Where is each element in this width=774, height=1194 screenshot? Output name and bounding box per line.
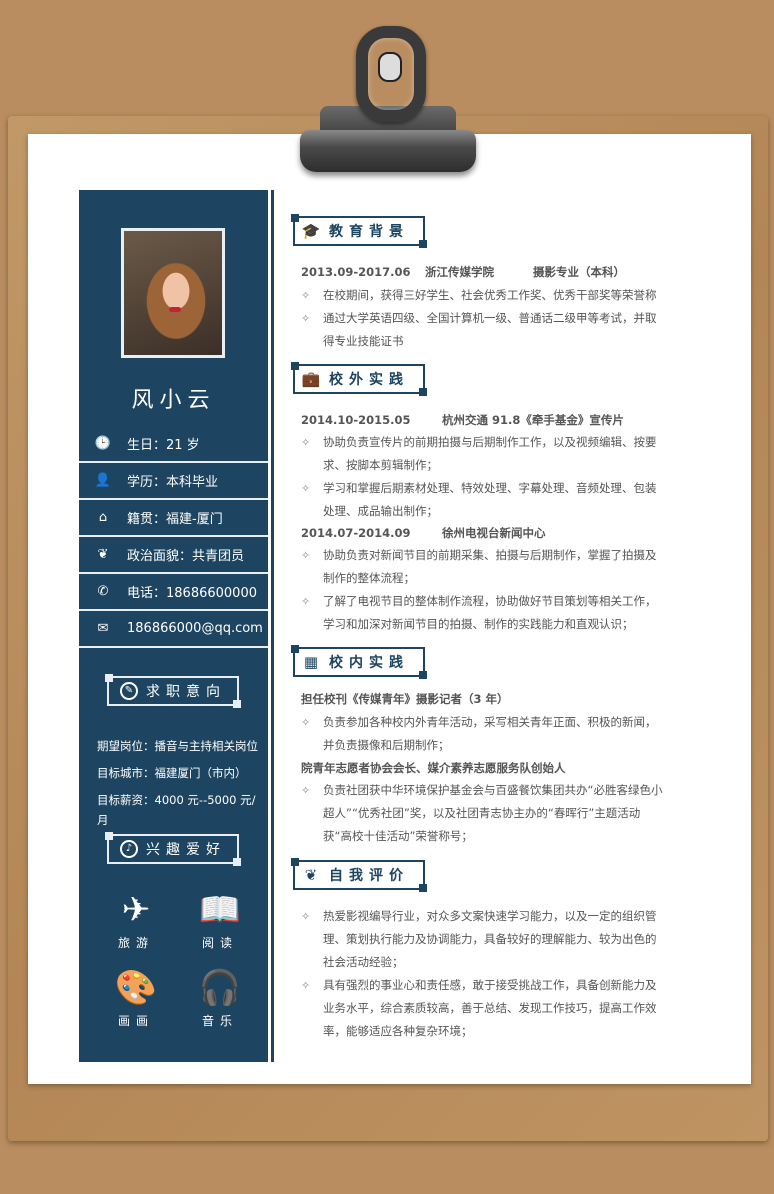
job-goals: 期望岗位：播音与主持相关岗位 目标城市：福建厦门（市内） 目标薪资：4000 元… <box>97 736 267 827</box>
guitar-icon: ♪ <box>120 840 138 858</box>
job1-date: 2014.10-2015.05 <box>301 413 411 427</box>
info-phone: ✆ 电话：18686600000 <box>79 574 268 611</box>
goal-salary: 目标薪资：4000 元--5000 元/月 <box>97 793 256 827</box>
hobby-music: 🎧 音乐 <box>185 968 255 1029</box>
palette-icon: 🎨 <box>114 968 158 1008</box>
airplane-icon: ✈ <box>121 890 151 930</box>
hobby-travel: ✈ 旅游 <box>101 890 171 951</box>
job2-bullet: 协助负责对新闻节目的前期采集、拍摄与后期制作，掌握了拍摄及制作的整体流程； <box>301 544 666 590</box>
hobbies-heading: ♪ 兴趣爱好 <box>105 832 241 866</box>
role2-bullet: 负责社团获中华环境保护基金会与百盛餐饮集团共办“必胜客绿色小超人”“优秀社团”奖… <box>301 779 666 848</box>
education-heading: 🎓 教育背景 <box>291 214 427 248</box>
home-icon: ⌂ <box>98 510 108 525</box>
personal-info-list: 🕒 生日：21 岁 👤 学历：本科毕业 ⌂ 籍贯：福建-厦门 ❦ 政治面貌：共青… <box>79 426 268 648</box>
education-bullet: 通过大学英语四级、全国计算机一级、普通话二级甲等考试，并取得专业技能证书 <box>301 307 666 353</box>
hobby-reading: 📖 阅读 <box>185 890 255 951</box>
sidebar-divider <box>271 190 274 1062</box>
job-intention-heading: ✎ 求职意向 <box>105 674 241 708</box>
phone-icon: ✆ <box>97 584 109 599</box>
headphones-icon: 🎧 <box>198 968 242 1008</box>
clock-icon: 🕒 <box>94 436 112 451</box>
job-intention-title: 求职意向 <box>146 684 226 700</box>
practice-out-job2: 2014.07-2014.09 徐州电视台新闻中心 <box>301 525 546 541</box>
hobbies-title: 兴趣爱好 <box>146 842 226 858</box>
candidate-name: 风小云 <box>131 388 216 413</box>
info-text: 186866000@qq.com <box>127 621 263 636</box>
hobby-label: 音乐 <box>201 1014 238 1028</box>
job1-org: 杭州交通 91.8《牵手基金》宣传片 <box>442 413 624 427</box>
info-hometown: ⌂ 籍贯：福建-厦门 <box>79 500 268 537</box>
self-eval-heading: ❦ 自我评价 <box>291 858 427 892</box>
book-icon: 📖 <box>198 890 242 930</box>
practice-in-role2: 院青年志愿者协会会长、媒介素养志愿服务队创始人 <box>301 761 566 775</box>
self-eval-title: 自我评价 <box>329 868 409 884</box>
goal-city: 目标城市：福建厦门（市内） <box>97 766 247 780</box>
info-text: 生日：21 岁 <box>127 438 200 453</box>
job1-bullet: 学习和掌握后期素材处理、特效处理、字幕处理、音频处理、包装处理、成品输出制作； <box>301 477 666 523</box>
info-text: 学历：本科毕业 <box>127 475 219 490</box>
job2-bullet: 了解了电视节目的整体制作流程，协助做好节目策划等相关工作，学习和加深对新闻节目的… <box>301 590 666 636</box>
info-text: 电话：18686600000 <box>127 586 257 601</box>
info-text: 籍贯：福建-厦门 <box>127 512 223 527</box>
grid-icon: ▦ <box>303 653 319 671</box>
education-school: 浙江传媒学院 <box>425 265 494 279</box>
clip-hole <box>378 52 402 82</box>
leaf-icon: ❦ <box>304 866 318 884</box>
hobby-label: 旅游 <box>117 936 154 950</box>
briefcase-icon: 💼 <box>301 370 321 388</box>
education-date: 2013.09-2017.06 <box>301 265 411 279</box>
mail-icon: ✉ <box>97 621 109 636</box>
binder-clip <box>300 130 476 172</box>
self-bullet: 具有强烈的事业心和责任感，敢于接受挑战工作，具备创新能力及业务水平，综合素质较高… <box>301 974 666 1043</box>
practice-out-job1: 2014.10-2015.05 杭州交通 91.8《牵手基金》宣传片 <box>301 412 624 428</box>
graduation-cap-icon: 🎓 <box>301 222 321 240</box>
role1-bullet: 负责参加各种校内外青年活动，采写相关青年正面、积极的新闻，并负责摄像和后期制作； <box>301 711 666 757</box>
practice-out-title: 校外实践 <box>329 372 409 388</box>
info-email: ✉ 186866000@qq.com <box>79 611 268 648</box>
leaf-icon: ❦ <box>97 547 109 562</box>
job2-org: 徐州电视台新闻中心 <box>442 526 546 540</box>
education-title: 教育背景 <box>329 224 409 240</box>
practice-in-title: 校内实践 <box>329 655 409 671</box>
info-birthday: 🕒 生日：21 岁 <box>79 426 268 463</box>
job1-bullet: 协助负责宣传片的前期拍摄与后期制作工作，以及视频编辑、按要求、按脚本剪辑制作； <box>301 431 666 477</box>
sidebar: 风小云 🕒 生日：21 岁 👤 学历：本科毕业 ⌂ 籍贯：福建-厦门 ❦ 政治面… <box>79 190 268 1062</box>
practice-in-heading: ▦ 校内实践 <box>291 645 427 679</box>
practice-out-heading: 💼 校外实践 <box>291 362 427 396</box>
self-bullet: 热爱影视编导行业，对众多文案快速学习能力，以及一定的组织管理、策划执行能力及协调… <box>301 905 666 974</box>
practice-in-role1: 担任校刊《传媒青年》摄影记者（3 年） <box>301 692 509 706</box>
hobby-painting: 🎨 画画 <box>101 968 171 1029</box>
education-entry: 2013.09-2017.06 浙江传媒学院 摄影专业（本科） <box>301 264 625 280</box>
info-text: 政治面貌：共青团员 <box>127 549 245 564</box>
edit-icon: ✎ <box>120 682 138 700</box>
hobby-label: 画画 <box>117 1014 154 1028</box>
education-major: 摄影专业（本科） <box>533 265 625 279</box>
education-bullet: 在校期间，获得三好学生、社会优秀工作奖、优秀干部奖等荣誉称 <box>301 284 666 307</box>
person-icon: 👤 <box>94 473 112 488</box>
job2-date: 2014.07-2014.09 <box>301 526 411 540</box>
hobby-label: 阅读 <box>201 936 238 950</box>
profile-photo <box>121 228 225 358</box>
goal-position: 期望岗位：播音与主持相关岗位 <box>97 739 258 753</box>
info-political: ❦ 政治面貌：共青团员 <box>79 537 268 574</box>
info-education: 👤 学历：本科毕业 <box>79 463 268 500</box>
